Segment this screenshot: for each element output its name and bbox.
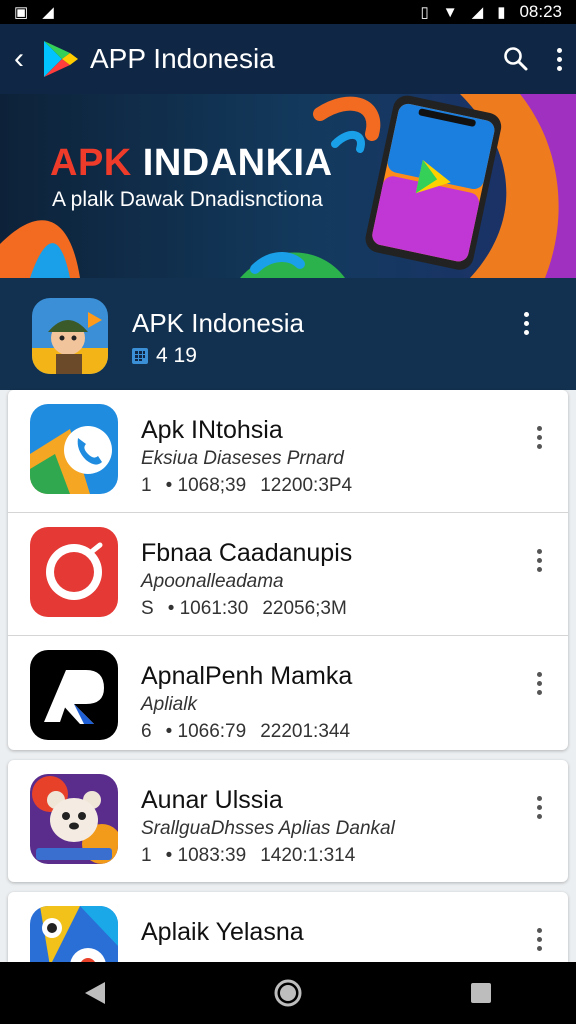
app-list-card: Aplaik Yelasna [8, 892, 568, 962]
app-meta: 6 • 1066:79 22201:344 [141, 721, 364, 743]
play-store-logo-icon [44, 41, 78, 77]
row-more-icon[interactable] [537, 426, 542, 449]
featured-app[interactable]: APK Indonesia 4 19 [0, 278, 576, 390]
featured-app-name: APK Indonesia [132, 308, 305, 338]
signal-n-icon: ◢ [42, 3, 54, 21]
app-name: Apk INtohsia [141, 416, 283, 444]
game-app-icon [30, 906, 118, 962]
photo-icon: ▣ [14, 3, 29, 21]
row-more-icon[interactable] [537, 549, 542, 572]
back-arrow-icon[interactable]: ‹ [14, 42, 36, 76]
app-meta-3: 1420:1:314 [260, 845, 356, 866]
nav-home-icon[interactable] [273, 978, 303, 1008]
search-icon[interactable] [503, 46, 529, 72]
opera-app-icon [30, 527, 118, 617]
app-meta-2: • 1083:39 [165, 845, 247, 866]
row-more-icon[interactable] [537, 796, 542, 819]
vibrate-icon: ▯ [420, 3, 429, 21]
list-item[interactable]: Apk INtohsia Eksiua Diaseses Prnard 1 • 1… [8, 390, 568, 513]
app-meta: S • 1061:30 22056;3M [141, 598, 361, 620]
battery-icon: ▮ [497, 3, 506, 21]
row-more-icon[interactable] [537, 928, 542, 951]
app-developer: Apoonalleadama [141, 571, 284, 592]
app-meta: 1 • 1068;39 12200:3P4 [141, 475, 366, 497]
app-meta-1: 6 [141, 721, 152, 742]
featured-more-icon[interactable] [524, 312, 529, 335]
app-developer: SrallguaDhsses Aplias Dankal [141, 818, 395, 839]
app-developer: Aplialk [141, 694, 197, 715]
featured-app-meta: 4 19 [132, 344, 197, 368]
ap-logo-app-icon [30, 650, 118, 740]
app-meta-1: 1 [141, 845, 152, 866]
app-meta-3: 22056;3M [262, 598, 347, 619]
app-name: ApnalPenh Mamka [141, 662, 353, 690]
grid-icon [132, 348, 148, 364]
list-item[interactable]: ApnalPenh Mamka Aplialk 6 • 1066:79 22201:… [8, 636, 568, 750]
overflow-menu-icon[interactable] [557, 47, 562, 71]
app-meta-1: 1 [141, 475, 152, 496]
app-meta-2: • 1061:30 [167, 598, 249, 619]
promo-banner[interactable]: APK INDANKIA A plalk Dawak Dnadisnctiona [0, 94, 576, 278]
featured-app-icon [32, 298, 108, 374]
list-item[interactable]: Aplaik Yelasna [8, 892, 568, 962]
wifi-icon: ▼ [442, 3, 458, 21]
app-meta: 1 • 1083:39 1420:1:314 [141, 845, 369, 867]
app-name: Fbnaa Caadanupis [141, 539, 353, 567]
app-meta-1: S [141, 598, 154, 619]
featured-app-count: 4 19 [156, 344, 197, 367]
banner-title-accent: APK [50, 142, 132, 184]
app-list-card: Aunar Ulssia SrallguaDhsses Aplias Danka… [8, 760, 568, 882]
app-developer: Eksiua Diaseses Prnard [141, 448, 344, 469]
banner-title: APK INDANKIA [50, 142, 333, 185]
app-meta-2: • 1066:79 [165, 721, 247, 742]
app-name: Aunar Ulssia [141, 786, 283, 814]
banner-subtitle: A plalk Dawak Dnadisnctiona [52, 188, 323, 211]
nav-back-icon[interactable] [83, 980, 107, 1006]
list-item[interactable]: Aunar Ulssia SrallguaDhsses Aplias Danka… [8, 760, 568, 882]
bear-game-app-icon [30, 774, 118, 864]
banner-artwork [0, 94, 576, 278]
app-meta-3: 22201:344 [260, 721, 351, 742]
status-bar: ▣ ◢ ▯ ▼ ◢ ▮ 08:23 [0, 0, 576, 24]
app-name: Aplaik Yelasna [141, 918, 304, 946]
phone-app-icon [30, 404, 118, 494]
app-list-card: Apk INtohsia Eksiua Diaseses Prnard 1 • 1… [8, 390, 568, 750]
banner-title-rest: INDANKIA [131, 142, 333, 184]
cell-icon: ◢ [471, 3, 484, 21]
app-bar: ‹ APP Indonesia [0, 24, 576, 94]
row-more-icon[interactable] [537, 672, 542, 695]
app-meta-3: 12200:3P4 [260, 475, 353, 496]
page-title: APP Indonesia [90, 43, 275, 74]
nav-recents-icon[interactable] [469, 981, 493, 1005]
app-meta-2: • 1068;39 [165, 475, 247, 496]
list-item[interactable]: Fbnaa Caadanupis Apoonalleadama S • 1061:… [8, 513, 568, 636]
system-nav-bar [0, 962, 576, 1024]
status-time: 08:23 [519, 2, 562, 21]
